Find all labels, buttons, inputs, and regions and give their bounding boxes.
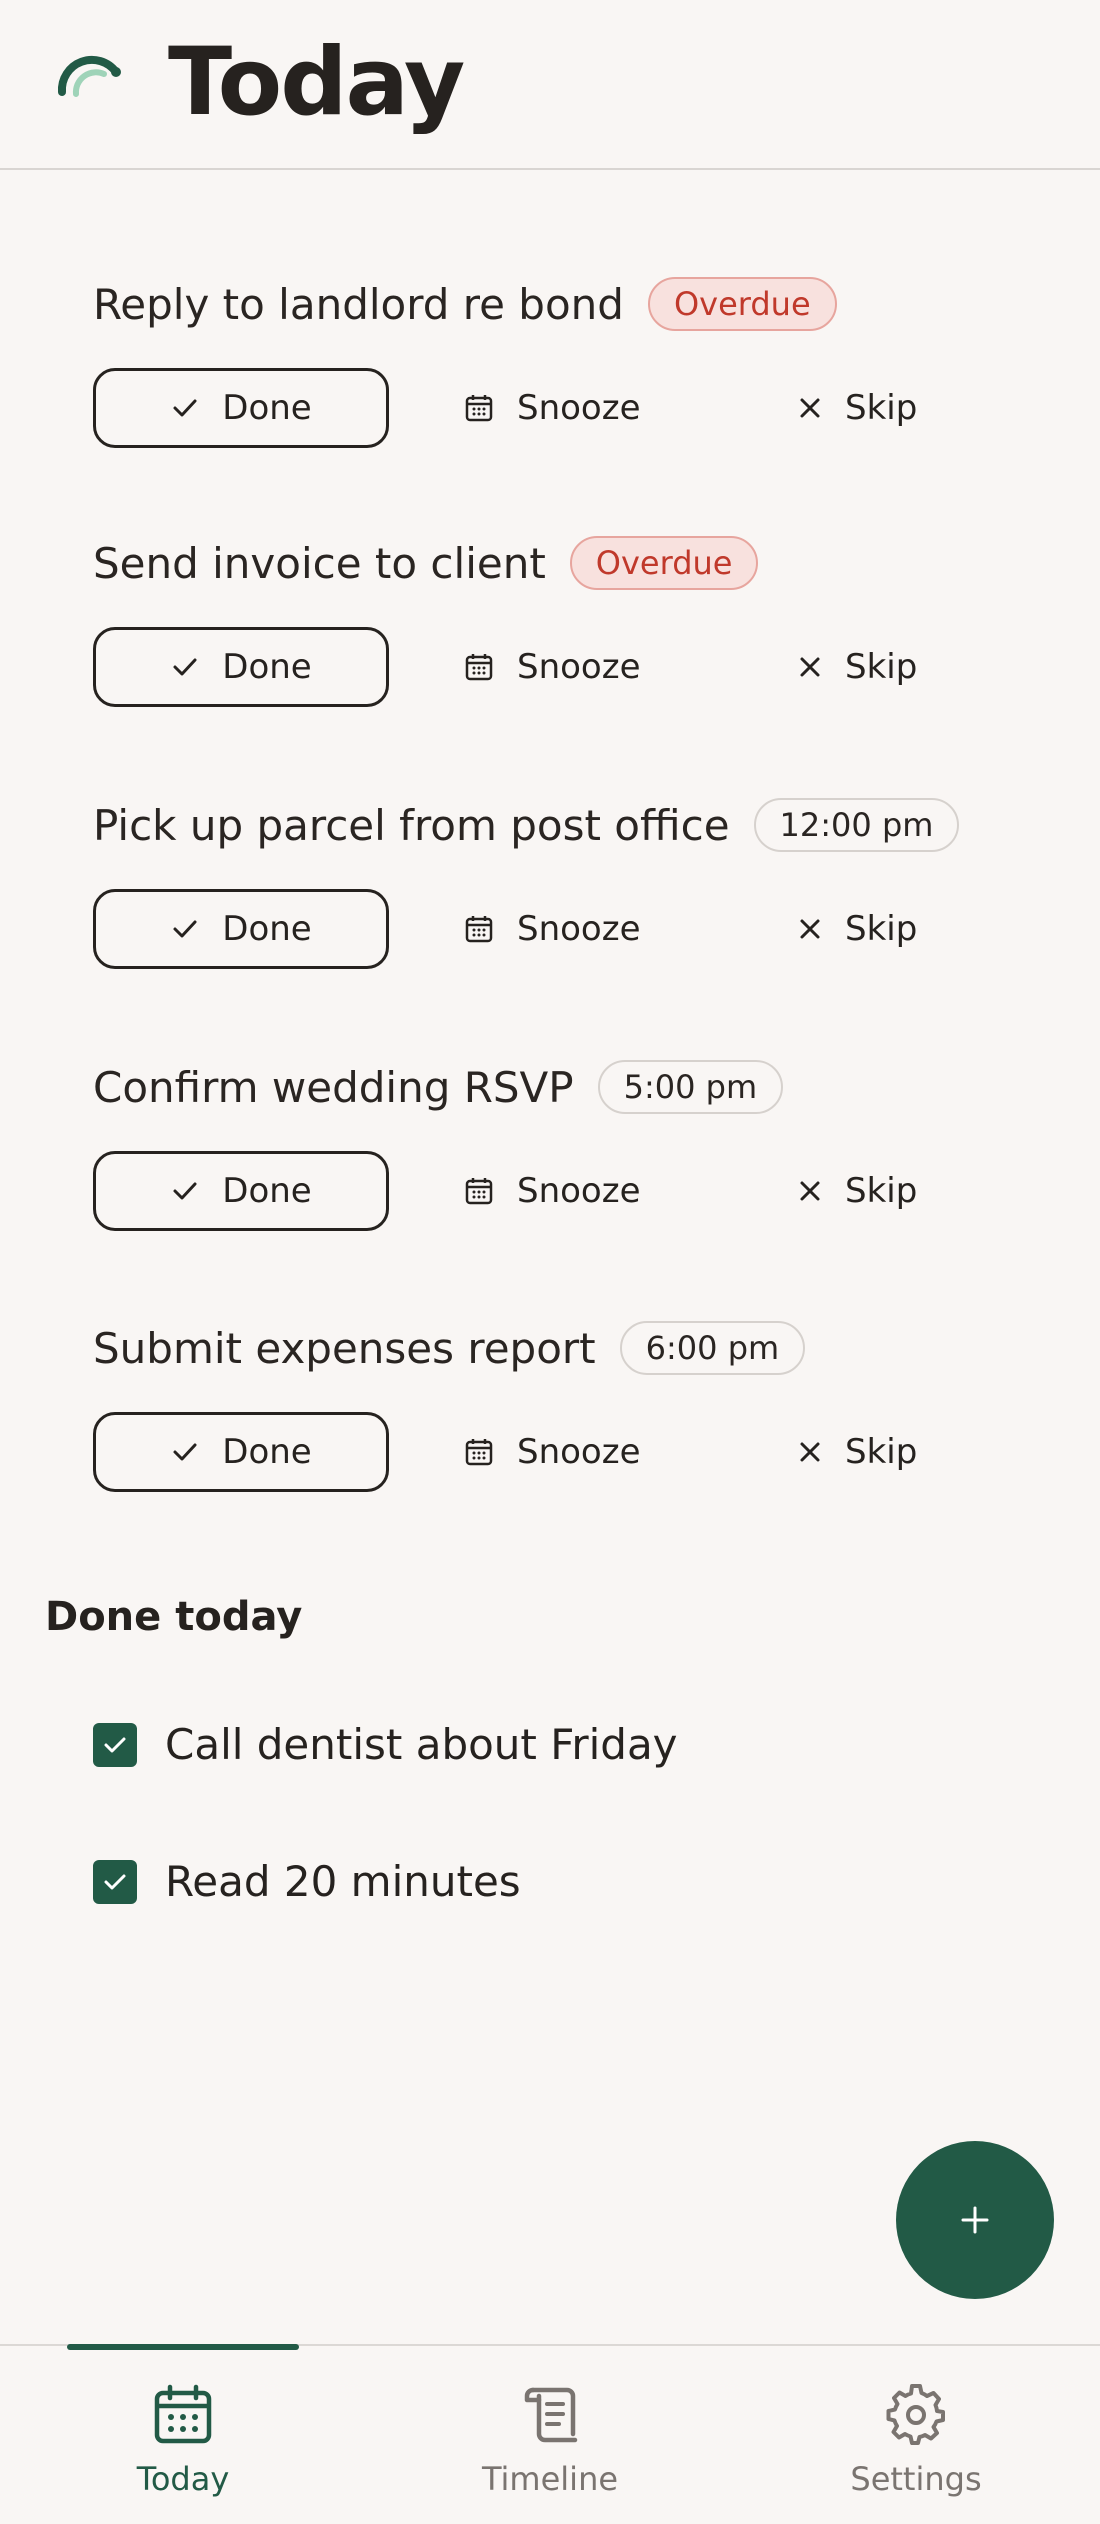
nav-tab-timeline[interactable]: Timeline (430, 2384, 670, 2514)
done-today-heading: Done today (45, 1594, 303, 1640)
calendar-small-icon (465, 1178, 493, 1205)
snooze-label: Snooze (517, 1432, 641, 1472)
calendar-icon (154, 2384, 212, 2444)
snooze-label: Snooze (517, 1171, 641, 1211)
check-icon (173, 1443, 197, 1461)
done-label: Done (222, 1432, 312, 1472)
check-icon (104, 1874, 126, 1889)
skip-label: Skip (845, 1171, 918, 1211)
check-icon (173, 1182, 197, 1200)
done-button[interactable]: Done (93, 368, 389, 448)
task-title: Send invoice to client (93, 538, 546, 588)
check-icon (173, 658, 197, 676)
done-label: Done (222, 1171, 312, 1211)
task-actions: Done Snooze Skip (93, 627, 1053, 707)
nav-tab-today[interactable]: Today (63, 2384, 303, 2514)
skip-button[interactable]: Skip (797, 1151, 917, 1231)
task-actions: Done Snooze Skip (93, 1151, 1053, 1231)
calendar-small-icon (465, 916, 493, 943)
snooze-button[interactable]: Snooze (463, 1412, 641, 1492)
completed-item[interactable]: Call dentist about Friday (93, 1720, 678, 1769)
skip-button[interactable]: Skip (797, 368, 917, 448)
task-item: Pick up parcel from post office 12:00 pm… (93, 793, 1053, 969)
task-header: Submit expenses report 6:00 pm (93, 1316, 1053, 1380)
time-badge: 5:00 pm (597, 1060, 784, 1114)
skip-button[interactable]: Skip (797, 1412, 917, 1492)
close-icon (800, 1181, 820, 1201)
close-icon (800, 919, 820, 939)
calendar-small-icon (465, 1439, 493, 1466)
overdue-badge: Overdue (569, 536, 759, 590)
time-badge: 6:00 pm (619, 1321, 806, 1375)
app-root: Today Reply to landlord re bond Overdue … (0, 0, 1100, 2524)
check-icon (104, 1737, 126, 1752)
done-button[interactable]: Done (93, 1151, 389, 1231)
snooze-label: Snooze (517, 909, 641, 949)
snooze-label: Snooze (517, 647, 641, 687)
completed-item-label: Read 20 minutes (165, 1857, 521, 1906)
close-icon (800, 657, 820, 677)
done-button[interactable]: Done (93, 1412, 389, 1492)
skip-label: Skip (845, 388, 918, 428)
done-label: Done (222, 909, 312, 949)
scroll-icon (524, 2387, 578, 2443)
skip-label: Skip (845, 909, 918, 949)
plus-icon (961, 2206, 989, 2234)
done-button[interactable]: Done (93, 627, 389, 707)
task-title: Submit expenses report (93, 1323, 596, 1373)
checked-checkbox[interactable] (93, 1722, 137, 1767)
nav-tab-label: Settings (850, 2460, 982, 2498)
task-header: Confirm wedding RSVP 5:00 pm (93, 1055, 1053, 1119)
task-item: Send invoice to client Overdue Done Snoo… (93, 531, 1053, 707)
overdue-badge: Overdue (647, 277, 837, 331)
app-header: Today (0, 0, 1100, 170)
skip-button[interactable]: Skip (797, 627, 917, 707)
snooze-button[interactable]: Snooze (463, 368, 641, 448)
calendar-small-icon (465, 395, 493, 422)
done-label: Done (222, 388, 312, 428)
check-icon (173, 920, 197, 938)
calendar-small-icon (465, 654, 493, 681)
task-title: Reply to landlord re bond (93, 279, 624, 329)
task-actions: Done Snooze Skip (93, 889, 1053, 969)
snooze-label: Snooze (517, 388, 641, 428)
nav-tab-label: Timeline (481, 2460, 619, 2498)
nav-tab-label: Today (136, 2460, 230, 2498)
task-item: Reply to landlord re bond Overdue Done S… (93, 272, 1053, 448)
task-item: Confirm wedding RSVP 5:00 pm Done Snooze… (93, 1055, 1053, 1231)
skip-label: Skip (845, 647, 918, 687)
snooze-button[interactable]: Snooze (463, 1151, 641, 1231)
done-label: Done (222, 647, 312, 687)
snooze-button[interactable]: Snooze (463, 889, 641, 969)
gear-icon (886, 2384, 945, 2445)
time-badge: 12:00 pm (753, 798, 960, 852)
bottom-nav: Today Timeline Settings (0, 2344, 1100, 2524)
active-tab-indicator (67, 2344, 299, 2350)
task-title: Confirm wedding RSVP (93, 1062, 574, 1112)
task-actions: Done Snooze Skip (93, 1412, 1053, 1492)
task-item: Submit expenses report 6:00 pm Done Snoo… (93, 1316, 1053, 1492)
arc-logo-icon (57, 55, 121, 97)
add-task-button[interactable] (896, 2141, 1054, 2299)
close-icon (800, 1442, 820, 1462)
completed-item[interactable]: Read 20 minutes (93, 1857, 521, 1906)
check-icon (173, 399, 197, 417)
skip-label: Skip (845, 1432, 918, 1472)
task-header: Reply to landlord re bond Overdue (93, 272, 1053, 336)
close-icon (800, 398, 820, 418)
snooze-button[interactable]: Snooze (463, 627, 641, 707)
task-header: Pick up parcel from post office 12:00 pm (93, 793, 1053, 857)
completed-item-label: Call dentist about Friday (165, 1720, 678, 1769)
checked-checkbox[interactable] (93, 1859, 137, 1904)
task-actions: Done Snooze Skip (93, 368, 1053, 448)
page-title: Today (168, 28, 465, 137)
skip-button[interactable]: Skip (797, 889, 917, 969)
done-button[interactable]: Done (93, 889, 389, 969)
task-title: Pick up parcel from post office (93, 800, 730, 850)
nav-tab-settings[interactable]: Settings (796, 2384, 1036, 2514)
task-header: Send invoice to client Overdue (93, 531, 1053, 595)
